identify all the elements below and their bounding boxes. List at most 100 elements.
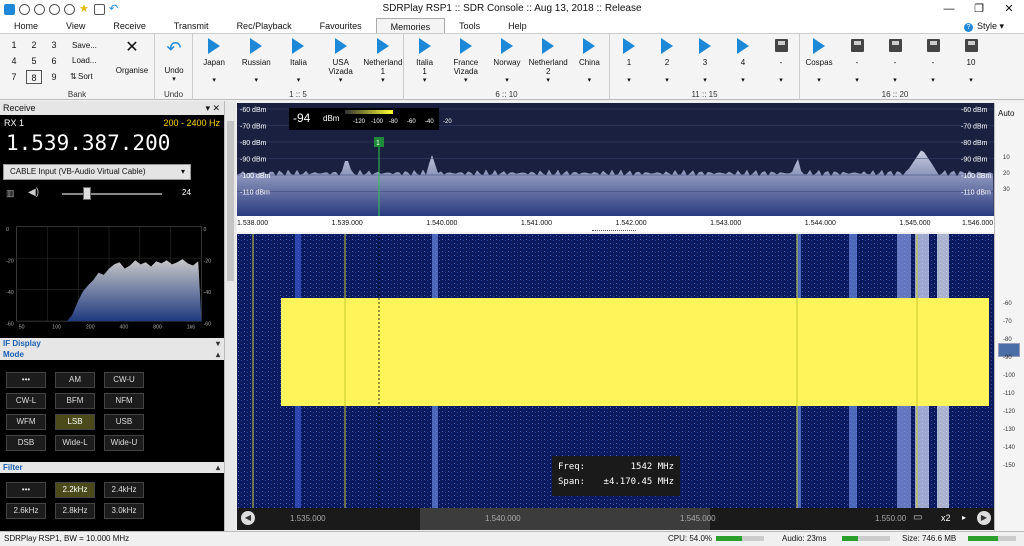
memory-button[interactable]: Italia 1 ▾ xyxy=(404,38,445,85)
frequency-axis[interactable]: 1.538.000 1.539.000 1.540.000 1.541.000 1.54… xyxy=(237,216,994,232)
memory-button[interactable]: 10 ▾ xyxy=(952,38,990,85)
mode-button-cwdotsu[interactable]: CW-U xyxy=(104,372,144,388)
screenshot-button[interactable]: ▭ xyxy=(913,512,922,523)
filter-button[interactable]: 2.6kHz xyxy=(6,503,46,519)
chevron-down-icon: ▾ xyxy=(969,77,973,84)
memory-group-11-15: 11 :: 15 1 ▾ 2 ▾ 3 ▾ 4 ▾ - ▾ xyxy=(610,34,800,100)
undo-button[interactable]: ↶ Undo ▾ xyxy=(155,38,193,83)
zoom-level[interactable]: x2 xyxy=(941,513,951,523)
spectrum-display[interactable]: -60 dBm -60 dBm -70 dBm -70 dBm -80 dBm -80 d… xyxy=(237,103,994,216)
scroll-thumb[interactable] xyxy=(227,121,234,281)
filter-button[interactable]: 3.0kHz xyxy=(104,503,144,519)
menu-view[interactable]: View xyxy=(52,18,99,33)
sort-button[interactable]: ⇅ Sort xyxy=(70,72,93,81)
bank-button-2[interactable]: 2 xyxy=(26,38,42,52)
panel-menu-icon[interactable]: ▾ ✕ xyxy=(205,101,220,115)
memory-button[interactable]: USA Vizada ▾ xyxy=(320,38,362,85)
bank-button-3[interactable]: 3 xyxy=(46,38,62,52)
memory-button[interactable]: 1 ▾ xyxy=(610,38,648,85)
dbm-tick-left: -60 dBm xyxy=(240,107,267,114)
memory-button[interactable]: - ▾ xyxy=(838,38,876,85)
memory-button[interactable]: China ▾ xyxy=(569,38,610,85)
memory-button[interactable]: - ▾ xyxy=(876,38,914,85)
menu-tools[interactable]: Tools xyxy=(445,18,494,33)
help-icon[interactable]: ? xyxy=(963,23,973,32)
memory-label: Cospas xyxy=(805,58,833,67)
right-level-scale[interactable]: Auto 10 20 30 -60 -70 -80 -90 -100 -110 -120 -130 -… xyxy=(994,103,1024,531)
menu-transmit[interactable]: Transmit xyxy=(160,18,223,33)
mode-button-dotsdotsdots[interactable]: ••• xyxy=(6,372,46,388)
mode-section[interactable]: Mode ▴ xyxy=(0,349,224,360)
auto-button[interactable]: Auto xyxy=(998,109,1014,118)
zoom-arrow-icon[interactable]: ▸ xyxy=(962,513,966,522)
mode-button-widedotsu[interactable]: Wide-U xyxy=(104,435,144,451)
close-button[interactable]: ✕ xyxy=(994,0,1024,18)
bank-button-6[interactable]: 6 xyxy=(46,54,62,68)
mode-button-usb[interactable]: USB xyxy=(104,414,144,430)
mode-button-cwdotsl[interactable]: CW-L xyxy=(6,393,46,409)
memory-button[interactable]: Netherland 2 ▾ xyxy=(528,38,569,85)
memory-button[interactable]: Netherland 1 ▾ xyxy=(362,38,404,85)
mode-title: Mode xyxy=(3,350,24,359)
chevron-down-icon: ▾ xyxy=(855,77,859,84)
speaker-icon[interactable]: ◀) xyxy=(28,187,39,198)
if-display-section[interactable]: IF Display ▾ xyxy=(0,338,224,349)
menu-receive[interactable]: Receive xyxy=(99,18,160,33)
mode-button-am[interactable]: AM xyxy=(55,372,95,388)
memory-button[interactable]: France Vizada ▾ xyxy=(445,38,486,85)
mode-button-nfm[interactable]: NFM xyxy=(104,393,144,409)
filter-button[interactable]: 2.2kHz xyxy=(55,482,95,498)
memory-button[interactable]: Cospas ▾ xyxy=(800,38,838,85)
save-button[interactable]: Save... xyxy=(72,41,97,50)
bank-button-8[interactable]: 8 xyxy=(26,70,42,84)
mode-button-bfm[interactable]: BFM xyxy=(55,393,95,409)
mode-button-wfm[interactable]: WFM xyxy=(6,414,46,430)
bank-button-9[interactable]: 9 xyxy=(46,70,62,84)
left-scrollbar[interactable] xyxy=(224,101,236,531)
memory-button[interactable]: Japan ▾ xyxy=(193,38,235,85)
menu-home[interactable]: Home xyxy=(0,18,52,33)
menu-help[interactable]: Help xyxy=(494,18,541,33)
filter-button[interactable]: ••• xyxy=(6,482,46,498)
memory-button[interactable]: Russian ▾ xyxy=(235,38,277,85)
filter-button[interactable]: 2.4kHz xyxy=(104,482,144,498)
filter-section[interactable]: Filter ▴ xyxy=(0,462,224,473)
bank-button-5[interactable]: 5 xyxy=(26,54,42,68)
overview-slider[interactable] xyxy=(420,508,710,530)
memory-button[interactable]: - ▾ xyxy=(914,38,952,85)
menu-favourites[interactable]: Favourites xyxy=(306,18,376,33)
filter-button[interactable]: 2.8kHz xyxy=(55,503,95,519)
frequency-display[interactable]: 1.539.387.200 xyxy=(0,131,224,159)
equalizer-icon[interactable]: ▥ xyxy=(6,188,15,199)
bank-button-1[interactable]: 1 xyxy=(6,38,22,52)
mode-button-lsb[interactable]: LSB xyxy=(55,414,95,430)
span-label: Span: xyxy=(558,477,586,487)
bank-button-7[interactable]: 7 xyxy=(6,70,22,84)
volume-slider[interactable] xyxy=(62,187,162,200)
chevron-down-icon: ▾ xyxy=(338,77,343,84)
audio-input-select[interactable]: CABLE Input (VB-Audio Virtual Cable) ▾ xyxy=(3,164,191,180)
splitter-handle[interactable] xyxy=(592,230,636,233)
scroll-right-button[interactable]: ▶ xyxy=(977,511,991,525)
mode-button-dsb[interactable]: DSB xyxy=(6,435,46,451)
restore-button[interactable]: ❐ xyxy=(964,0,994,18)
memory-button[interactable]: 2 ▾ xyxy=(648,38,686,85)
organise-button[interactable]: ✕ Organise xyxy=(112,38,152,75)
sort-icon: ⇅ xyxy=(70,72,77,81)
scroll-left-button[interactable]: ◀ xyxy=(241,511,255,525)
memory-button[interactable]: Norway ▾ xyxy=(486,38,527,85)
memory-button[interactable]: 3 ▾ xyxy=(686,38,724,85)
mode-button-widedotsl[interactable]: Wide-L xyxy=(55,435,95,451)
menu-recplayback[interactable]: Rec/Playback xyxy=(223,18,306,33)
style-menu[interactable]: ? Style ▾ xyxy=(963,18,1004,34)
menu-memories[interactable]: Memories xyxy=(375,18,446,33)
memory-button[interactable]: Italia ▾ xyxy=(277,38,319,85)
if-y-tick-right: -60 xyxy=(204,321,212,327)
style-label: Style xyxy=(976,21,997,31)
bank-button-4[interactable]: 4 xyxy=(6,54,22,68)
load-button[interactable]: Load... xyxy=(72,56,96,65)
memory-button[interactable]: - ▾ xyxy=(762,38,800,85)
volume-thumb[interactable] xyxy=(83,187,91,200)
memory-button[interactable]: 4 ▾ xyxy=(724,38,762,85)
minimize-button[interactable]: — xyxy=(934,0,964,18)
